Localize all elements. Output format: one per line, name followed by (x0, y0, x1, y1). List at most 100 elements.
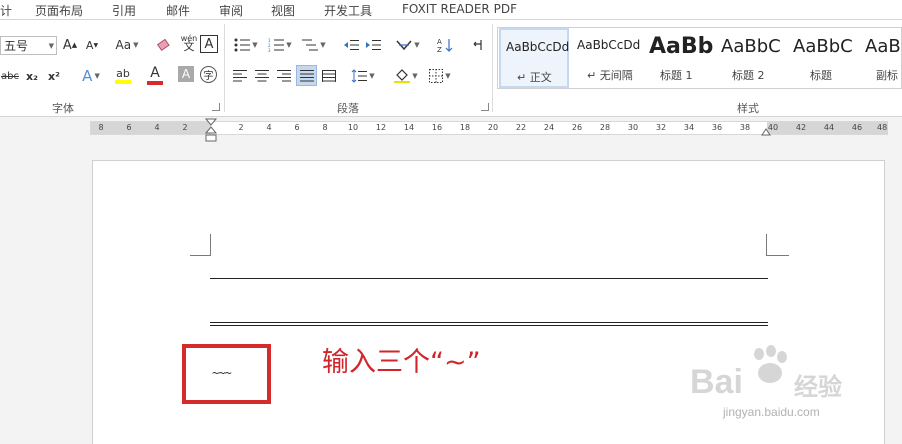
divider (224, 24, 225, 112)
ruler-tick: 6 (126, 123, 132, 132)
style-sample: AaBbC (793, 36, 853, 57)
font-color-button[interactable]: A (141, 65, 169, 85)
style-name: 标题 (810, 69, 832, 82)
font-dialog-launcher-icon[interactable] (212, 103, 220, 111)
shrink-font-button[interactable]: A ▼ (84, 35, 100, 55)
ruler-tick: 42 (795, 123, 807, 132)
tab-review[interactable]: 审阅 (219, 2, 243, 19)
svg-text:A: A (437, 38, 442, 46)
font-size-combo[interactable]: 五号 ▼ (0, 36, 57, 55)
tab-mailings[interactable]: 邮件 (166, 2, 190, 19)
page-corner-mark (766, 234, 789, 256)
tab-design-partial[interactable]: 计 (0, 2, 12, 19)
style-heading-1[interactable]: AaBb 标题 1 (646, 28, 718, 88)
ruler-tick: 28 (599, 123, 611, 132)
justify-icon (299, 69, 314, 81)
eraser-icon (156, 38, 170, 52)
chevron-down-icon: ▼ (369, 72, 375, 80)
styles-group-label: 样式 (737, 102, 759, 115)
character-border-button[interactable]: A (200, 35, 218, 53)
tab-developer[interactable]: 开发工具 (324, 2, 372, 19)
decrease-indent-button[interactable] (342, 35, 360, 55)
chevron-down-icon: ▼ (133, 41, 139, 49)
change-case-button[interactable]: Aa ▼ (112, 35, 142, 55)
horizontal-rule (210, 278, 768, 279)
ruler-tick: 48 (877, 123, 887, 132)
style-sample: AaBb (649, 34, 714, 59)
svg-text:3: 3 (268, 48, 271, 52)
subscript-label: x₂ (26, 69, 38, 83)
paw-logo-icon (754, 345, 787, 383)
tab-foxit-reader-pdf[interactable]: FOXIT READER PDF (402, 2, 517, 16)
highlight-color-button[interactable]: ab (108, 65, 138, 85)
chevron-down-icon: ▼ (286, 41, 292, 49)
indent-marker-icon[interactable] (205, 118, 217, 144)
ruler-tick: 38 (739, 123, 751, 132)
highlight-swatch (115, 79, 131, 84)
show-marks-button[interactable] (468, 35, 486, 55)
shrink-font-label: A (85, 38, 94, 52)
superscript-button[interactable]: x² (46, 66, 62, 86)
ruler-tick: 24 (543, 123, 555, 132)
chevron-down-icon: ▼ (48, 41, 54, 50)
style-name: 副标 (876, 69, 898, 82)
align-center-button[interactable] (253, 66, 271, 86)
style-sample: AaBbC (721, 36, 781, 57)
ruler-tick: 10 (347, 123, 359, 132)
chevron-down-icon: ▼ (412, 72, 418, 80)
double-rule-bottom (210, 325, 768, 326)
enclose-characters-label: 字 (203, 71, 214, 82)
borders-button[interactable]: ▼ (425, 66, 455, 86)
shading-button[interactable]: ▼ (391, 66, 421, 86)
style-sample: AaBbCcDd (577, 38, 641, 52)
superscript-label: x² (48, 69, 60, 83)
ruler-tick: 4 (154, 123, 160, 132)
align-right-button[interactable] (275, 66, 293, 86)
multilevel-list-button[interactable]: ▼ (299, 35, 329, 55)
style-subtitle[interactable]: AaBl 副标 (862, 28, 902, 88)
phonetic-guide-button[interactable]: wén 文 (178, 33, 200, 53)
clear-formatting-button[interactable] (155, 35, 173, 55)
ruler-tick: 34 (683, 123, 695, 132)
text-effects-button[interactable]: A ▼ (76, 66, 106, 86)
enclose-characters-button[interactable]: 字 (200, 66, 217, 83)
chevron-down-icon: ▼ (94, 72, 100, 80)
ruler-tick: 8 (98, 123, 104, 132)
style-normal[interactable]: AaBbCcDd ↵ 正文 (499, 28, 569, 88)
grow-font-button[interactable]: A ▲ (62, 35, 78, 55)
font-group-label: 字体 (52, 102, 74, 115)
style-heading-2[interactable]: AaBbC 标题 2 (718, 28, 790, 88)
style-no-spacing[interactable]: AaBbCcDd ↵ 无间隔 (571, 28, 643, 88)
align-right-icon (277, 70, 291, 82)
character-shading-button[interactable]: A (178, 66, 194, 82)
justify-button[interactable] (296, 65, 317, 86)
ruler-tick: 20 (487, 123, 499, 132)
paragraph-dialog-launcher-icon[interactable] (481, 103, 489, 111)
ruler-tick: 8 (322, 123, 328, 132)
tab-references[interactable]: 引用 (112, 2, 136, 19)
distributed-button[interactable] (320, 66, 338, 86)
font-size-value: 五号 (4, 39, 29, 53)
align-left-button[interactable] (231, 66, 249, 86)
sort-button[interactable]: AZ (436, 35, 454, 55)
strikethrough-button[interactable]: abc (0, 66, 20, 86)
right-indent-marker-icon[interactable] (761, 126, 771, 136)
style-title[interactable]: AaBbC 标题 (790, 28, 862, 88)
increase-indent-button[interactable] (364, 35, 382, 55)
ruler-tick: 30 (627, 123, 639, 132)
distributed-icon (322, 70, 336, 82)
numbering-button[interactable]: 1 2 3 ▼ (265, 35, 295, 55)
paragraph-group-label: 段落 (337, 102, 359, 115)
ruler-tick: 44 (823, 123, 835, 132)
character-border-label: A (204, 36, 214, 52)
chinese-layout-button[interactable]: ▼ (393, 35, 423, 55)
subscript-button[interactable]: x₂ (24, 66, 40, 86)
styles-gallery: AaBbCcDd ↵ 正文 AaBbCcDd ↵ 无间隔 AaBb 标题 1 A… (497, 27, 902, 89)
line-spacing-button[interactable]: ▼ (348, 66, 378, 86)
ruler-tick: 2 (238, 123, 244, 132)
tab-page-layout[interactable]: 页面布局 (35, 2, 83, 19)
paragraph-mark-icon (473, 40, 482, 50)
bullets-button[interactable]: ▼ (231, 35, 261, 55)
character-shading-label: A (181, 67, 191, 81)
tab-view[interactable]: 视图 (271, 2, 295, 19)
